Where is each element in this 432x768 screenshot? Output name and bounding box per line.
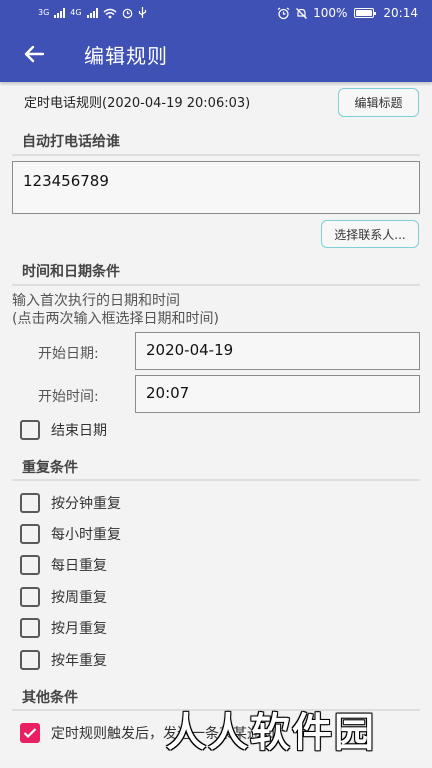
signal-icon (54, 8, 66, 18)
usb-icon (138, 7, 146, 18)
mute-icon (296, 7, 308, 19)
network-type-2: 4G (70, 8, 82, 17)
repeat-option-monthly[interactable]: 按月重复 (20, 618, 107, 638)
app-bar: 编辑规则 (0, 26, 432, 82)
start-time-label: 开始时间: (38, 389, 99, 405)
repeat-yearly-checkbox[interactable] (20, 650, 40, 670)
battery-icon (354, 8, 377, 18)
time-hint-line1: 输入首次执行的日期和时间 (12, 293, 180, 309)
start-time-input[interactable]: 20:07 (135, 375, 420, 413)
repeat-weekly-checkbox[interactable] (20, 587, 40, 607)
sync-icon (122, 8, 132, 18)
divider (12, 284, 420, 286)
start-date-input[interactable]: 2020-04-19 (135, 332, 420, 370)
repeat-option-hourly[interactable]: 每小时重复 (20, 524, 121, 544)
other-section-title: 其他条件 (22, 690, 78, 706)
repeat-option-label: 按年重复 (51, 653, 107, 669)
alarm-icon (277, 7, 290, 19)
repeat-option-label: 按分钟重复 (51, 496, 121, 512)
status-left: 3G 4G (38, 7, 147, 19)
repeat-option-daily[interactable]: 每日重复 (20, 555, 107, 575)
repeat-option-weekly[interactable]: 按周重复 (20, 587, 107, 607)
repeat-option-minute[interactable]: 按分钟重复 (20, 493, 121, 513)
back-button[interactable] (4, 26, 64, 82)
clock: 20:14 (383, 6, 418, 20)
status-right: 100% 20:14 (277, 6, 418, 20)
rule-name: 定时电话规则(2020-04-19 20:06:03) (24, 96, 251, 111)
checkmark-icon (23, 728, 37, 739)
network-type-1: 3G (38, 8, 50, 17)
repeat-option-label: 每日重复 (51, 558, 107, 574)
edit-title-button[interactable]: 编辑标题 (338, 88, 419, 117)
repeat-daily-checkbox[interactable] (20, 555, 40, 575)
end-date-label: 结束日期 (51, 423, 107, 439)
select-contact-button[interactable]: 选择联系人... (321, 220, 419, 248)
end-date-checkbox[interactable] (20, 420, 40, 440)
repeat-option-label: 按周重复 (51, 590, 107, 606)
page-title: 编辑规则 (84, 43, 168, 68)
divider (12, 154, 420, 156)
repeat-monthly-checkbox[interactable] (20, 618, 40, 638)
end-date-option[interactable]: 结束日期 (20, 420, 107, 440)
phone-number-input[interactable]: 123456789 (12, 161, 420, 214)
repeat-hourly-checkbox[interactable] (20, 524, 40, 544)
repeat-option-label: 按月重复 (51, 621, 107, 637)
watermark-logo: 人人软件园 (166, 710, 376, 756)
notify-checkbox[interactable] (20, 723, 40, 743)
repeat-section-title: 重复条件 (22, 460, 78, 476)
signal-icon-2 (86, 8, 98, 18)
wifi-icon (103, 8, 117, 18)
repeat-minute-checkbox[interactable] (20, 493, 40, 513)
repeat-option-label: 每小时重复 (51, 527, 121, 543)
divider (12, 479, 420, 481)
time-hint-line2: (点击两次输入框选择日期和时间) (12, 311, 219, 327)
status-bar: 3G 4G 100% 20:14 (0, 0, 432, 26)
start-date-label: 开始日期: (38, 346, 99, 362)
repeat-option-yearly[interactable]: 按年重复 (20, 650, 107, 670)
arrow-left-icon (24, 45, 45, 63)
battery-percent: 100% (313, 6, 348, 20)
call-section-title: 自动打电话给谁 (22, 134, 120, 150)
time-section-title: 时间和日期条件 (22, 264, 120, 280)
